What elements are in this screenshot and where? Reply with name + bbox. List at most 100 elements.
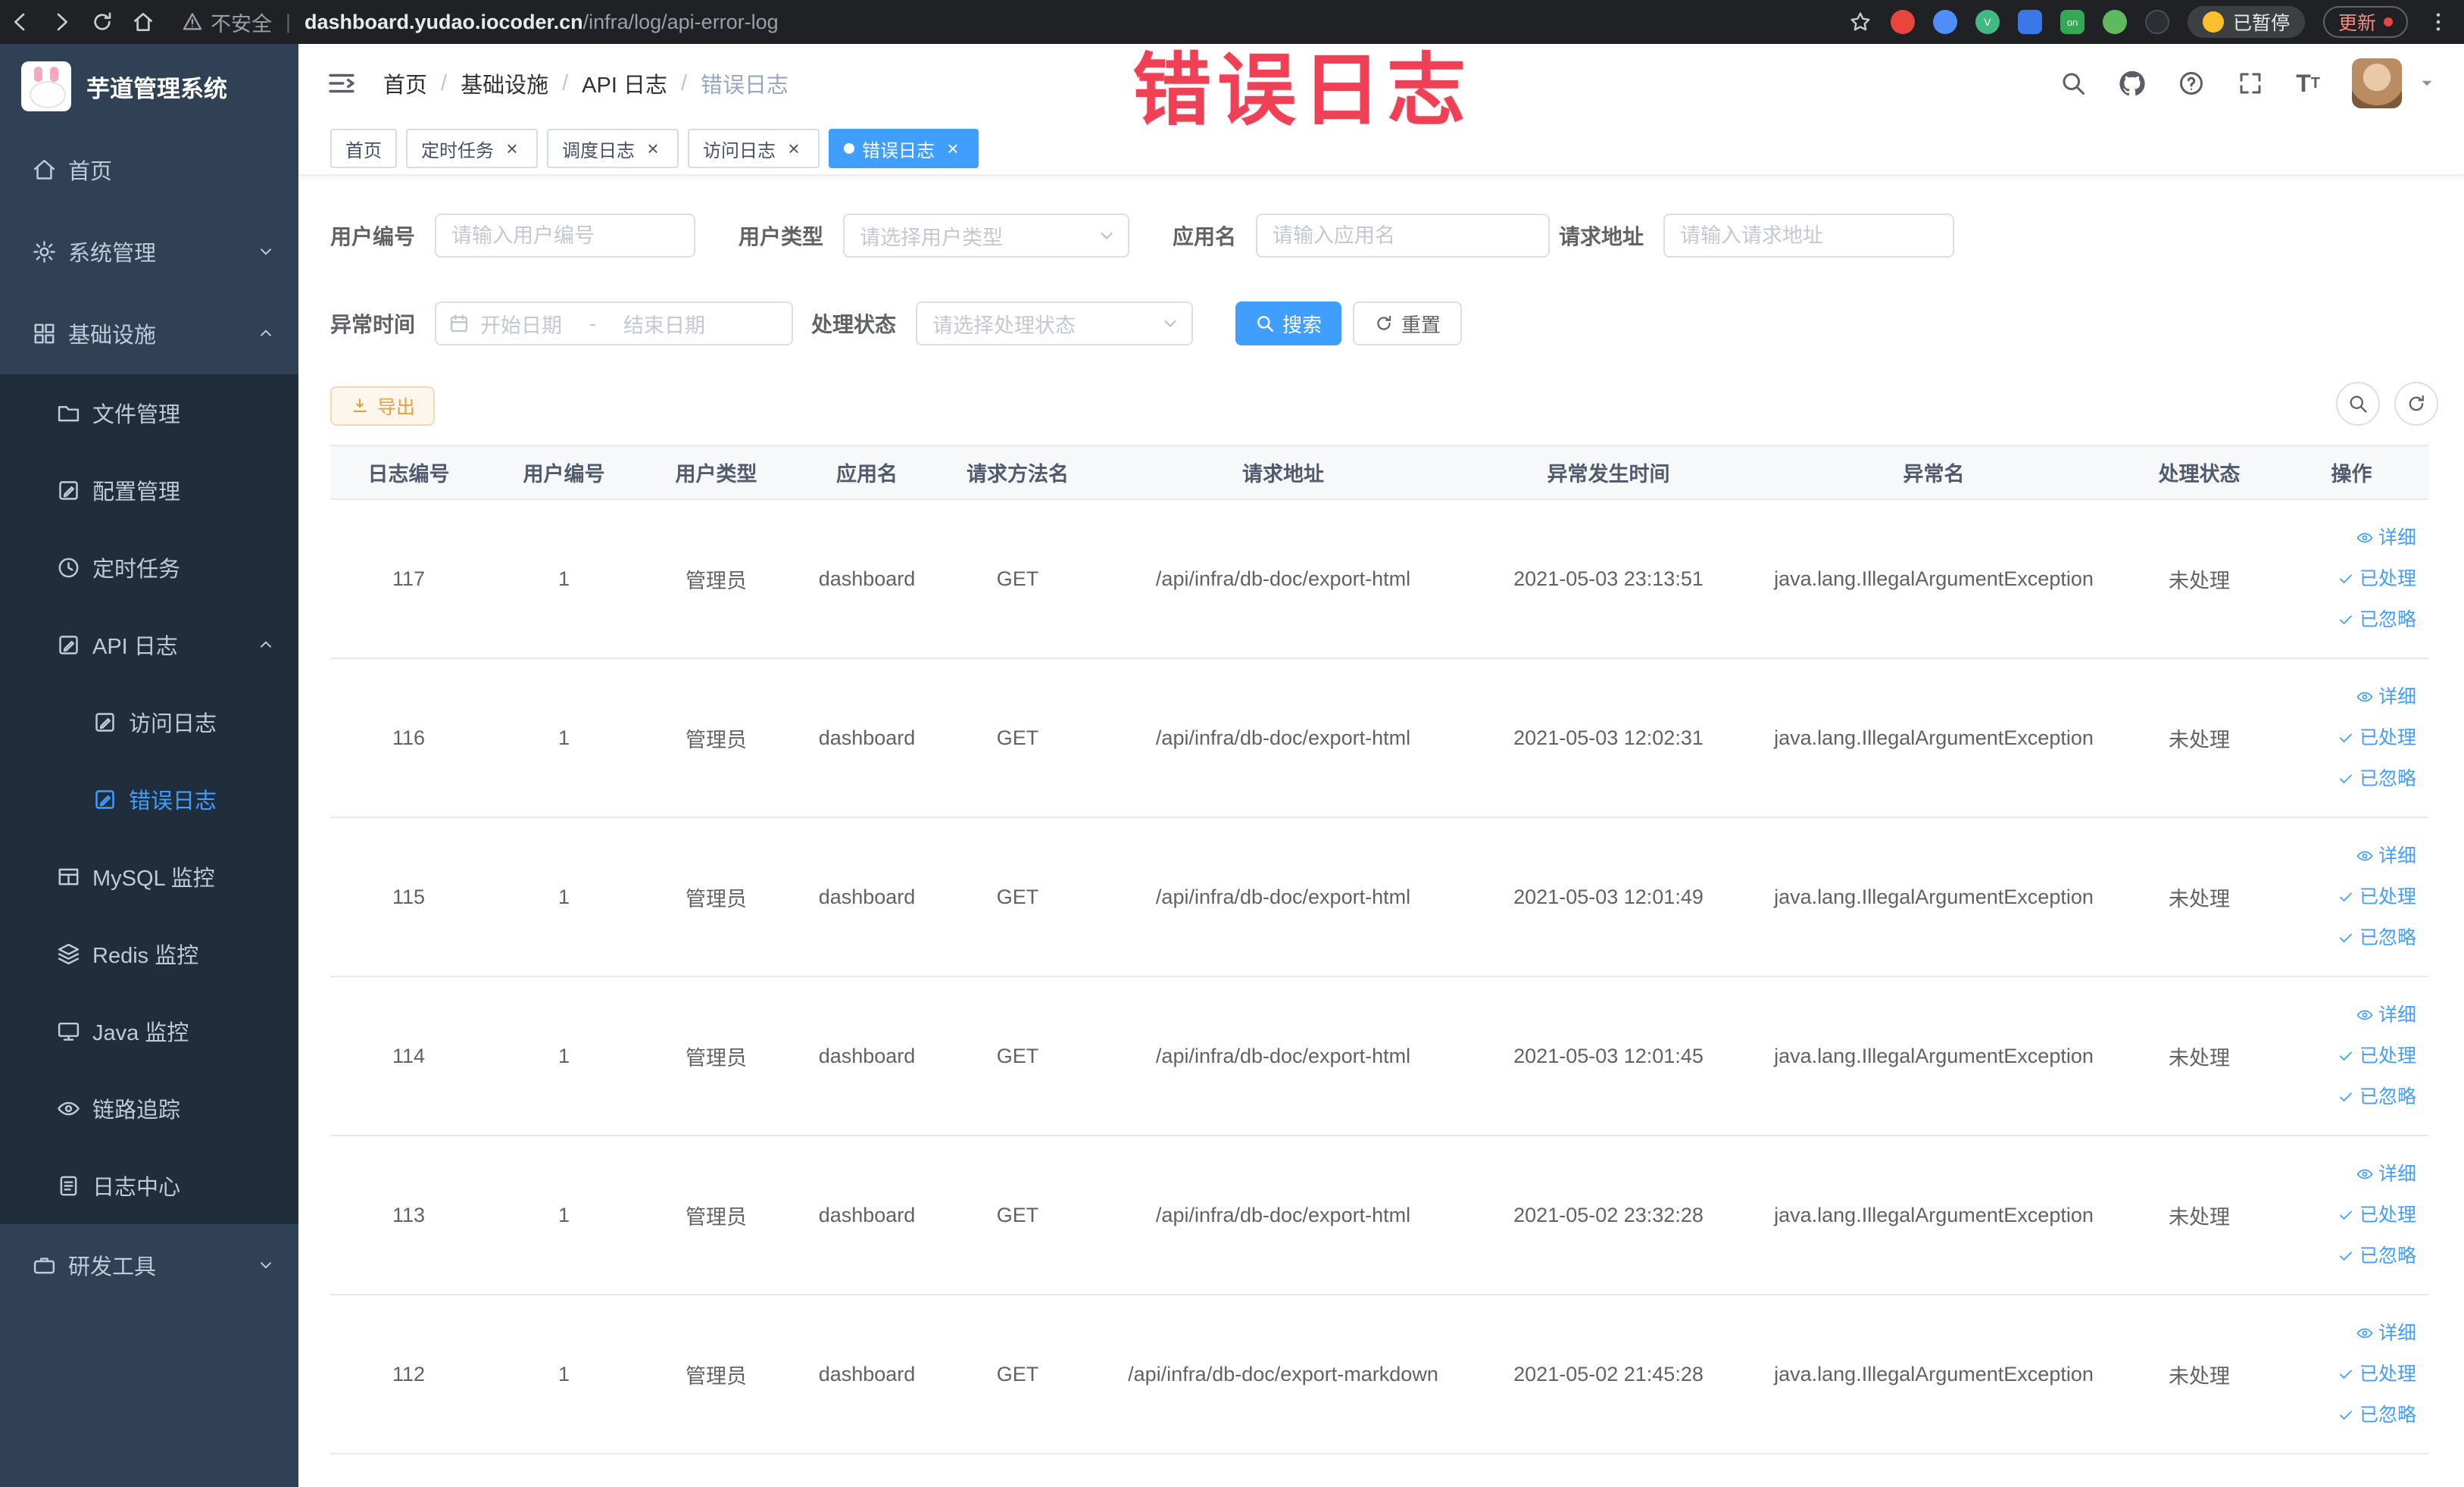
- sidebar-item-api-log[interactable]: API 日志: [0, 606, 298, 683]
- update-button[interactable]: 更新: [2322, 6, 2408, 38]
- extension-icon[interactable]: [2102, 10, 2127, 34]
- cell-actions: 详细已处理已忽略: [2275, 499, 2428, 659]
- detail-link[interactable]: 详细: [2356, 997, 2416, 1033]
- folder-icon: [56, 401, 92, 426]
- bookmark-star-icon[interactable]: [1848, 10, 1872, 34]
- user-id-input[interactable]: [436, 215, 695, 256]
- column-header: 用户编号: [487, 445, 641, 500]
- sidebar-logo[interactable]: 芋道管理系统: [0, 44, 298, 129]
- github-icon[interactable]: [2119, 70, 2146, 97]
- table-body: 117 1 管理员 dashboard GET/api/infra/db-doc/exp…: [330, 499, 2428, 1454]
- detail-link[interactable]: 详细: [2356, 520, 2416, 556]
- ignored-link[interactable]: 已忽略: [2337, 1397, 2416, 1433]
- processed-link[interactable]: 已处理: [2337, 720, 2416, 756]
- detail-link[interactable]: 详细: [2356, 1156, 2416, 1192]
- address-bar[interactable]: 不安全 | dashboard.yudao.iocoder.cn/infra/l…: [182, 8, 779, 37]
- cell-id: 117: [330, 499, 487, 659]
- sidebar-item-config[interactable]: 配置管理: [0, 451, 298, 529]
- sidebar-item-dev-tools[interactable]: 研发工具: [0, 1224, 298, 1306]
- help-icon[interactable]: [2178, 70, 2205, 97]
- breadcrumb-item[interactable]: 首页: [383, 67, 427, 99]
- export-button[interactable]: 导出: [330, 386, 436, 426]
- close-icon[interactable]: ×: [642, 138, 664, 159]
- font-size-icon[interactable]: TT: [2296, 71, 2320, 95]
- close-icon[interactable]: ×: [783, 138, 804, 159]
- breadcrumb-item[interactable]: 基础设施: [461, 67, 548, 99]
- extension-icon[interactable]: [2144, 10, 2169, 34]
- app-name-input[interactable]: [1257, 215, 1549, 256]
- cell-app: dashboard: [792, 976, 942, 1136]
- cell-time: 2021-05-02 21:45:28: [1473, 1295, 1744, 1454]
- detail-link[interactable]: 详细: [2356, 838, 2416, 874]
- processed-link[interactable]: 已处理: [2337, 1197, 2416, 1233]
- sidebar-item-home[interactable]: 首页: [0, 129, 298, 211]
- cell-actions: 详细已处理已忽略: [2275, 817, 2428, 977]
- toggle-search-button[interactable]: [2336, 382, 2380, 426]
- close-icon[interactable]: ×: [501, 138, 523, 159]
- paused-pill[interactable]: 已暂停: [2187, 6, 2305, 38]
- sidebar-item-mysql[interactable]: MySQL 监控: [0, 838, 298, 915]
- reset-button[interactable]: 重置: [1353, 301, 1463, 345]
- extension-icon[interactable]: V: [1975, 10, 2000, 34]
- tab-首页[interactable]: 首页: [330, 129, 397, 168]
- user-type-select[interactable]: 请选择用户类型: [843, 214, 1130, 258]
- ignored-link[interactable]: 已忽略: [2337, 920, 2416, 956]
- ignored-link[interactable]: 已忽略: [2337, 1238, 2416, 1274]
- sidebar-item-log-center[interactable]: 日志中心: [0, 1147, 298, 1224]
- reload-icon[interactable]: [82, 0, 123, 44]
- sidebar-item-system[interactable]: 系统管理: [0, 211, 298, 292]
- extension-icon[interactable]: [1932, 10, 1957, 34]
- tab-错误日志[interactable]: 错误日志 ×: [829, 129, 979, 168]
- cell-app: dashboard: [792, 499, 942, 659]
- eye-icon: [2356, 847, 2374, 865]
- tab-label: 首页: [345, 140, 382, 161]
- fullscreen-icon[interactable]: [2237, 70, 2264, 97]
- search-icon[interactable]: [2060, 70, 2087, 97]
- sidebar-item-java[interactable]: Java 监控: [0, 992, 298, 1070]
- url-host: dashboard.yudao.iocoder.cn: [304, 10, 583, 33]
- detail-link[interactable]: 详细: [2356, 1315, 2416, 1351]
- table-row: 115 1 管理员 dashboard GET/api/infra/db-doc/exp…: [330, 817, 2428, 977]
- cell-exception: java.lang.IllegalArgumentException: [1744, 1295, 2124, 1454]
- processed-link[interactable]: 已处理: [2337, 561, 2416, 597]
- sidebar-item-access-log[interactable]: 访问日志: [0, 683, 298, 761]
- refresh-button[interactable]: [2394, 382, 2438, 426]
- sidebar-item-job[interactable]: 定时任务: [0, 529, 298, 606]
- close-icon[interactable]: ×: [942, 138, 963, 159]
- cell-status: 未处理: [2124, 817, 2275, 977]
- cell-id: 113: [330, 1136, 487, 1295]
- ignored-link[interactable]: 已忽略: [2337, 761, 2416, 797]
- search-button[interactable]: 搜索: [1235, 301, 1342, 345]
- browser-menu-icon[interactable]: [2426, 10, 2450, 34]
- tab-定时任务[interactable]: 定时任务 ×: [406, 129, 538, 168]
- back-icon[interactable]: [0, 0, 41, 44]
- cell-user_id: 1: [487, 976, 641, 1136]
- detail-link[interactable]: 详细: [2356, 679, 2416, 715]
- sidebar-item-trace[interactable]: 链路追踪: [0, 1070, 298, 1147]
- breadcrumb-separator: /: [680, 70, 688, 95]
- processed-link[interactable]: 已处理: [2337, 879, 2416, 915]
- processed-link[interactable]: 已处理: [2337, 1356, 2416, 1392]
- request-url-input[interactable]: [1665, 215, 1953, 256]
- extension-icon[interactable]: on: [2060, 10, 2085, 34]
- ignored-link[interactable]: 已忽略: [2337, 601, 2416, 638]
- sidebar-item-infra[interactable]: 基础设施: [0, 292, 298, 374]
- forward-icon[interactable]: [41, 0, 82, 44]
- home-icon[interactable]: [123, 0, 164, 44]
- breadcrumb-item[interactable]: API 日志: [582, 67, 667, 99]
- avatar[interactable]: [2352, 58, 2402, 108]
- extension-icon[interactable]: [2017, 10, 2042, 34]
- ignored-link[interactable]: 已忽略: [2337, 1079, 2416, 1115]
- hamburger-icon[interactable]: [326, 67, 358, 99]
- date-range-picker[interactable]: 开始日期 - 结束日期: [435, 301, 794, 345]
- sidebar-item-label: MySQL 监控: [92, 867, 215, 891]
- process-status-select[interactable]: 请选择处理状态: [916, 301, 1194, 345]
- extension-icon[interactable]: [1890, 10, 1915, 34]
- sidebar-item-file[interactable]: 文件管理: [0, 374, 298, 451]
- chevron-down-icon[interactable]: [2417, 73, 2437, 93]
- processed-link[interactable]: 已处理: [2337, 1038, 2416, 1074]
- sidebar-item-redis[interactable]: Redis 监控: [0, 915, 298, 992]
- tab-调度日志[interactable]: 调度日志 ×: [547, 129, 679, 168]
- sidebar-item-error-log[interactable]: 错误日志: [0, 761, 298, 838]
- tab-访问日志[interactable]: 访问日志 ×: [688, 129, 820, 168]
